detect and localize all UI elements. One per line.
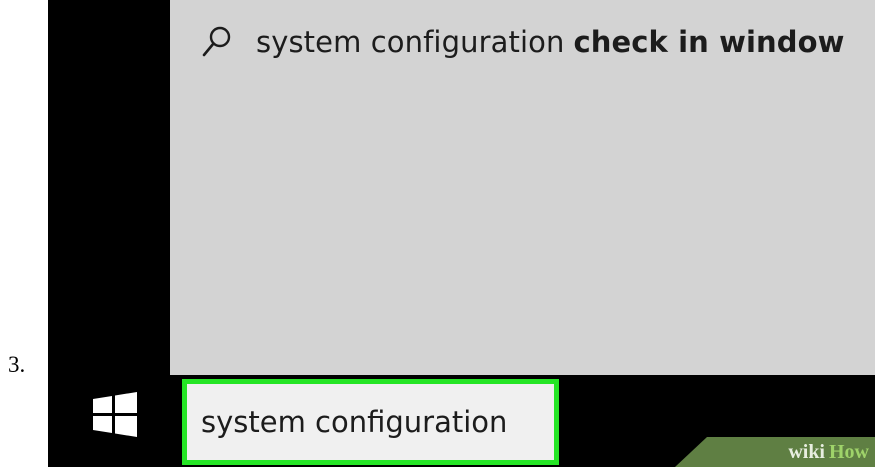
taskbar-search-box[interactable]	[182, 379, 559, 465]
watermark-wiki-text: wiki	[788, 440, 825, 463]
start-menu-left-rail	[48, 0, 170, 375]
taskbar: wiki How	[48, 375, 875, 467]
search-results-panel: system configuration check in window	[170, 0, 875, 375]
watermark-how-text: How	[829, 440, 869, 463]
search-input[interactable]	[187, 384, 554, 460]
suggestion-completion-text: check in window	[573, 25, 845, 59]
search-icon	[202, 22, 234, 62]
suggestion-typed-text: system configuration	[256, 25, 565, 59]
search-suggestion[interactable]: system configuration check in window	[202, 14, 845, 70]
windows-search-screenshot: system configuration check in window sys…	[48, 0, 875, 467]
wikihow-watermark: wiki How	[675, 437, 875, 467]
page: 3. system configuration check in window	[0, 0, 875, 467]
step-number: 3.	[8, 352, 26, 377]
start-button[interactable]	[72, 387, 158, 447]
windows-logo-icon	[92, 392, 138, 442]
